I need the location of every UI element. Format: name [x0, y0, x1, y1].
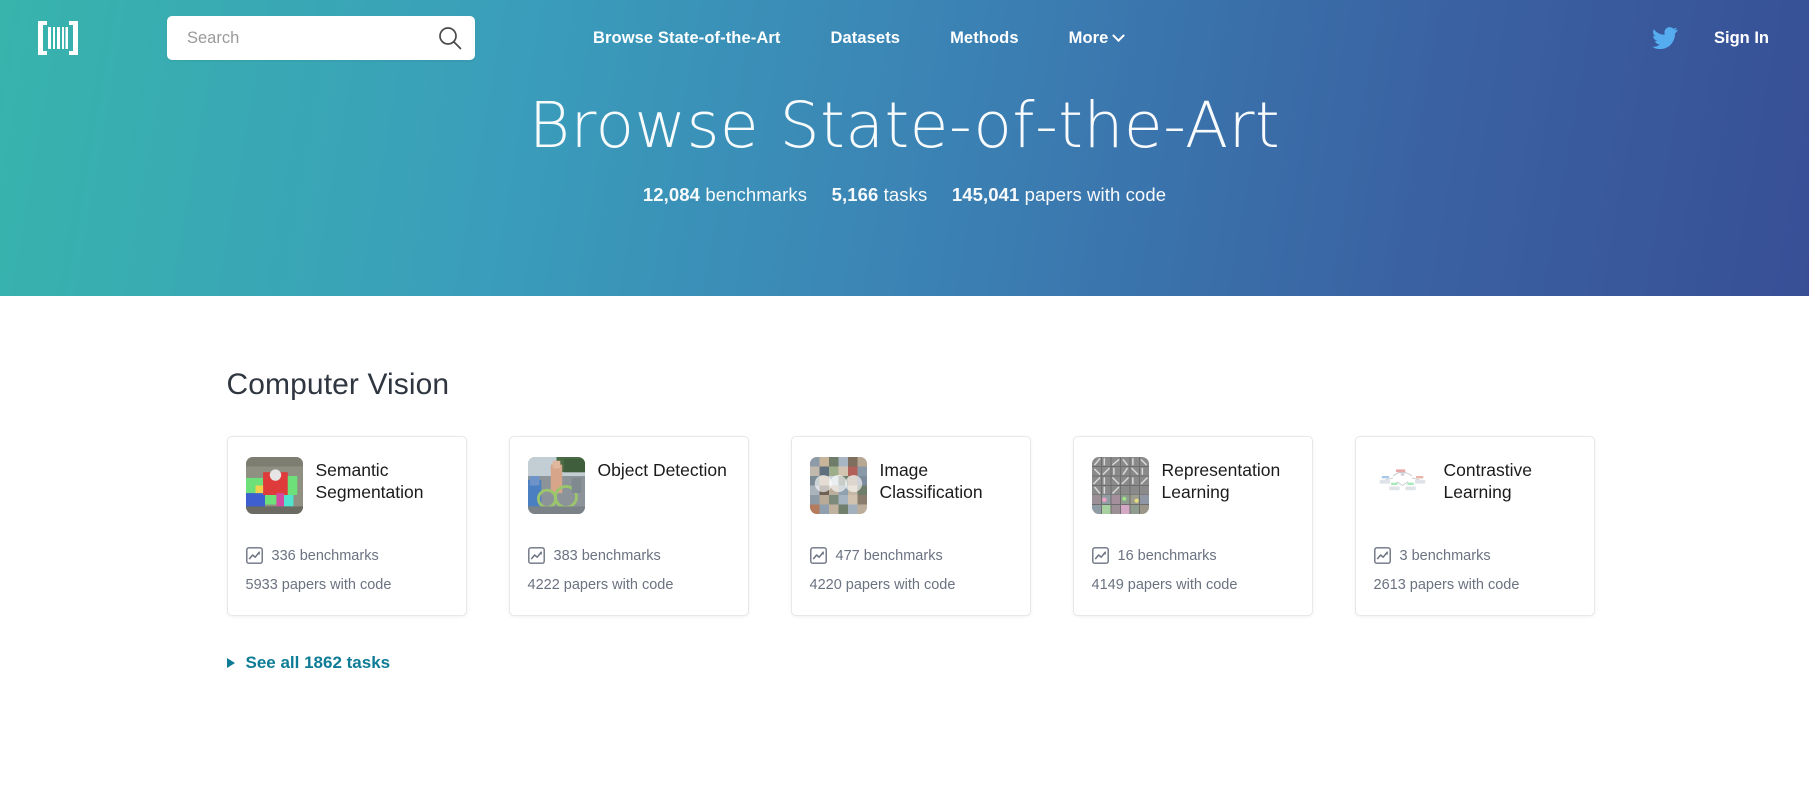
card-benchmarks-label: 336 benchmarks	[271, 547, 379, 564]
main-content: Computer Vision Semantic Segmentation 33…	[0, 368, 1809, 673]
hero-stats: 12,084 benchmarks 5,166 tasks 145,041 pa…	[0, 184, 1809, 206]
stat-papers-label: papers with code	[1024, 184, 1167, 206]
card-title: Image Classification	[879, 460, 983, 503]
task-card-semantic-segmentation[interactable]: Semantic Segmentation 336 benchmarks 593…	[226, 436, 467, 616]
card-papers-label: 5933 papers with code	[245, 577, 392, 593]
card-benchmarks: 16 benchmarks	[1091, 547, 1294, 564]
see-all-tasks-link[interactable]: See all 1862 tasks	[226, 653, 391, 673]
card-header: Representation Learning	[1091, 457, 1294, 519]
search-box[interactable]	[167, 16, 475, 60]
card-benchmarks: 336 benchmarks	[245, 547, 448, 564]
chevron-down-icon	[1112, 28, 1126, 42]
card-header: Contrastive Learning	[1373, 457, 1576, 519]
nav-link-methods[interactable]: Methods	[925, 23, 1044, 54]
stat-papers-count: 145,041	[951, 184, 1020, 206]
section-title-computer-vision: Computer Vision	[226, 368, 450, 401]
chart-line-icon	[1091, 547, 1109, 564]
card-benchmarks: 477 benchmarks	[809, 547, 1012, 564]
page-title: Browse State-of-the-Art	[528, 89, 1281, 162]
navbar: Browse State-of-the-Art Datasets Methods…	[0, 0, 1809, 76]
card-benchmarks: 383 benchmarks	[527, 547, 730, 564]
nav-link-more[interactable]: More	[1044, 23, 1149, 54]
card-header: Semantic Segmentation	[245, 457, 448, 519]
card-header: Object Detection	[527, 457, 730, 519]
nav-link-datasets[interactable]: Datasets	[805, 23, 925, 54]
chart-line-icon	[1373, 547, 1391, 564]
hero-body: Browse State-of-the-Art 12,084 benchmark…	[0, 89, 1809, 206]
nav-link-label: More	[1068, 28, 1109, 47]
card-header: Image Classification	[809, 457, 1012, 519]
card-papers-label: 4222 papers with code	[527, 577, 674, 593]
stat-tasks-count: 5,166	[831, 184, 879, 206]
stat-benchmarks-label: benchmarks	[705, 184, 808, 206]
card-benchmarks: 3 benchmarks	[1373, 547, 1576, 564]
task-card-object-detection[interactable]: Object Detection 383 benchmarks 4222 pap…	[508, 436, 749, 616]
card-papers-label: 4149 papers with code	[1091, 577, 1238, 593]
card-benchmarks-label: 16 benchmarks	[1117, 547, 1217, 564]
triangle-right-icon	[226, 658, 235, 668]
chart-line-icon	[809, 547, 827, 564]
task-card-contrastive-learning[interactable]: Contrastive Learning 3 benchmarks 2613 p…	[1354, 436, 1595, 616]
semantic-segmentation-thumbnail	[245, 457, 303, 514]
task-card-row: Semantic Segmentation 336 benchmarks 593…	[226, 436, 1595, 616]
representation-learning-thumbnail	[1091, 457, 1149, 514]
chart-line-icon	[527, 547, 545, 564]
card-benchmarks-label: 477 benchmarks	[835, 547, 943, 564]
card-title: Representation Learning	[1161, 460, 1281, 503]
task-card-image-classification[interactable]: Image Classification 477 benchmarks 4220…	[790, 436, 1031, 616]
card-benchmarks-label: 3 benchmarks	[1399, 547, 1491, 564]
object-detection-thumbnail	[527, 457, 585, 514]
stat-tasks-label: tasks	[883, 184, 928, 206]
sign-in-button[interactable]: Sign In	[1714, 29, 1769, 48]
card-papers-label: 4220 papers with code	[809, 577, 956, 593]
twitter-icon[interactable]	[1652, 27, 1678, 49]
card-title: Semantic Segmentation	[315, 460, 424, 503]
search-input[interactable]	[187, 28, 437, 48]
nav-link-label: Methods	[950, 28, 1019, 47]
hero-banner: Browse State-of-the-Art Datasets Methods…	[0, 0, 1809, 296]
image-classification-thumbnail	[809, 457, 867, 514]
see-all-tasks-label: See all 1862 tasks	[245, 653, 391, 672]
nav-link-label: Datasets	[830, 28, 901, 47]
primary-nav: Browse State-of-the-Art Datasets Methods…	[568, 23, 1148, 54]
stat-benchmarks-count: 12,084	[642, 184, 701, 206]
nav-link-label: Browse State-of-the-Art	[593, 28, 781, 47]
card-title: Contrastive Learning	[1443, 460, 1533, 503]
nav-link-browse-sota[interactable]: Browse State-of-the-Art	[568, 23, 805, 54]
card-title: Object Detection	[597, 460, 727, 480]
card-papers-label: 2613 papers with code	[1373, 577, 1520, 593]
chart-line-icon	[245, 547, 263, 564]
search-icon[interactable]	[437, 25, 463, 51]
task-card-representation-learning[interactable]: Representation Learning 16 benchmarks 41…	[1072, 436, 1313, 616]
barcode-logo-icon[interactable]	[34, 16, 82, 60]
navbar-right: Sign In	[1652, 27, 1809, 49]
contrastive-learning-thumbnail	[1373, 457, 1431, 514]
card-benchmarks-label: 383 benchmarks	[553, 547, 661, 564]
